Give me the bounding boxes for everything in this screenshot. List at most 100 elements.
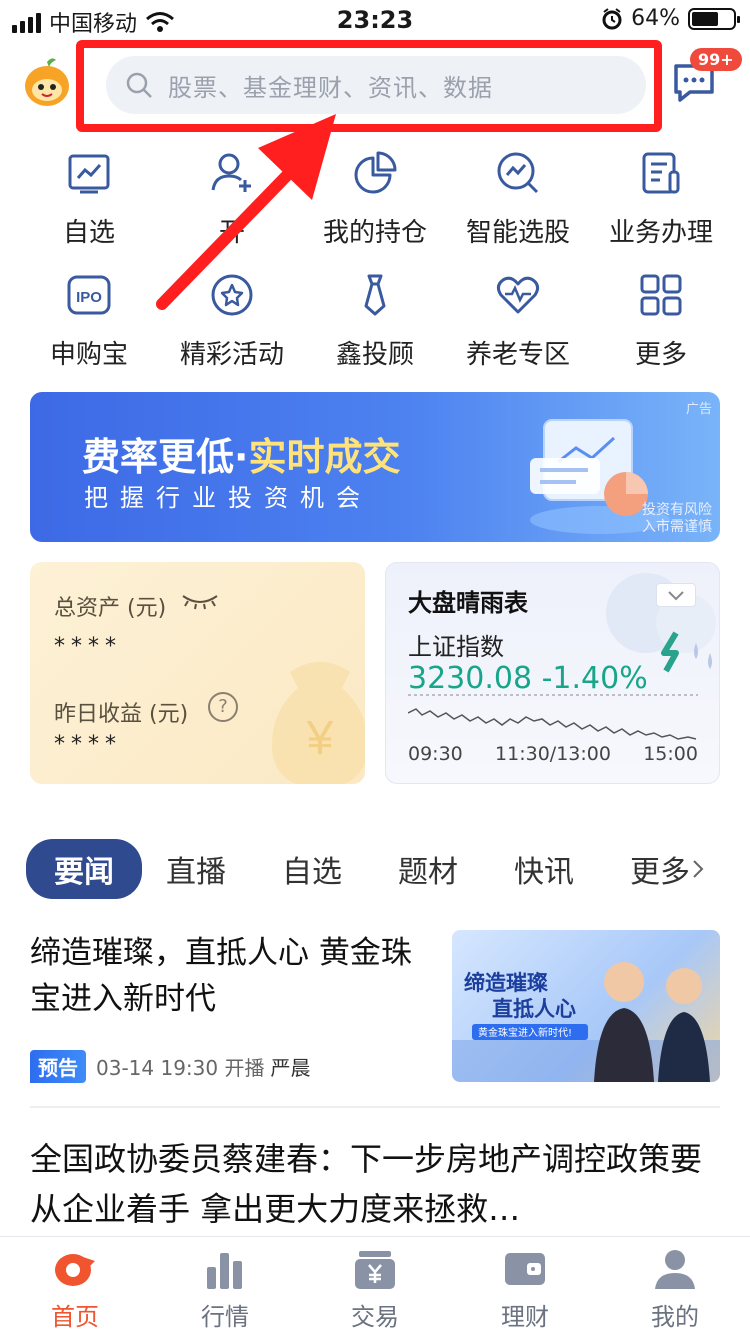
grid-item-smart-pick[interactable]: 智能选股: [447, 150, 589, 272]
tick-open: 09:30: [408, 743, 463, 765]
grid-item-watchlist[interactable]: 自选: [18, 150, 160, 272]
grid-label-pension: 养老专区: [465, 340, 570, 370]
mascot-logo-icon[interactable]: [24, 56, 70, 108]
nav-home-label: 首页: [51, 1303, 99, 1331]
grid-item-pension[interactable]: 养老专区: [447, 272, 589, 394]
nav-trade-label: 交易: [351, 1303, 399, 1331]
index-name: 上证指数: [408, 633, 504, 661]
profile-icon: [655, 1250, 695, 1289]
home-icon: [55, 1254, 95, 1286]
news-item-2[interactable]: 全国政协委员蔡建春：下一步房地产调控政策要从企业着手 拿出更大力度来拯救…: [30, 1134, 720, 1234]
market-card-title: 大盘晴雨表: [408, 589, 528, 617]
grid-label-activities: 精彩活动: [179, 340, 284, 370]
thumb-title-2: 直抵人心: [492, 997, 576, 1021]
news-item-1-headline: 缔造璀璨，直抵人心 黄金珠宝进入新时代: [30, 935, 412, 1017]
grid-item-more[interactable]: 更多: [590, 272, 732, 394]
nav-market-label: 行情: [201, 1303, 249, 1331]
battery-percent: 64%: [631, 6, 680, 31]
nav-home[interactable]: 首页: [0, 1237, 150, 1334]
banner-title-part2: 实时成交: [248, 435, 401, 479]
tab-headlines[interactable]: 要闻: [26, 839, 142, 899]
alarm-icon: [602, 7, 622, 29]
grid-label-watchlist: 自选: [62, 218, 115, 248]
market-card[interactable]: 大盘晴雨表 上证指数 3230.08 -1.40% 09:30 11:30/13…: [385, 562, 720, 784]
news-item-2-headline: 全国政协委员蔡建春：下一步房地产调控政策要从企业着手 拿出更大力度来拯救…: [30, 1140, 703, 1228]
nav-wealth[interactable]: 理财: [450, 1237, 600, 1334]
banner-title: 费率更低·实时成交: [82, 426, 400, 481]
ipo-text: IPO: [76, 289, 102, 306]
grid-label-ipo: 申购宝: [49, 340, 128, 370]
tab-more-label: 更多: [630, 855, 690, 890]
thumb-title-1: 缔造璀璨: [464, 971, 549, 995]
risk-line-1: 投资有风险: [642, 502, 712, 518]
news-tabs: 要闻 直播 自选 题材 快讯 更多: [26, 839, 736, 899]
nav-profile-label: 我的: [651, 1303, 699, 1331]
news-item-1[interactable]: 缔造璀璨，直抵人心 黄金珠宝进入新时代 预告 03-14 19:30 开播 严晨…: [30, 930, 720, 1090]
banner-risk-note: 投资有风险 入市需谨慎: [642, 502, 712, 536]
yesterday-income-label: 昨日收益 (元): [54, 702, 189, 727]
news-item-1-author: 严晨: [270, 1056, 311, 1080]
message-badge: 99+: [690, 48, 742, 71]
eye-closed-icon[interactable]: [180, 592, 220, 610]
news-item-1-time: 03-14 19:30 开播: [96, 1056, 265, 1080]
tick-noon: 11:30/13:00: [495, 743, 611, 765]
grid-row-1: 自选 开 我的持仓 智能选股: [18, 150, 732, 272]
risk-line-2: 入市需谨慎: [642, 519, 712, 535]
chevron-right-icon: [693, 860, 704, 878]
grid-label-business: 业务办理: [608, 218, 713, 248]
promo-banner[interactable]: 费率更低·实时成交 把握行业投资机会 广告 投资有风险 入市需谨慎: [30, 392, 720, 542]
help-icon[interactable]: ?: [208, 692, 238, 722]
function-grid: 自选 开 我的持仓 智能选股: [18, 150, 732, 394]
grid-more-icon: [640, 274, 682, 316]
business-doc-icon: [642, 152, 680, 194]
pie-chart-icon: [354, 151, 397, 194]
grid-label-smart-pick: 智能选股: [465, 218, 570, 248]
annotation-arrow-icon: [156, 114, 336, 310]
tick-close: 15:00: [643, 743, 698, 765]
banner-title-part1: 费率更低·: [82, 435, 249, 479]
market-time-axis: 09:30 11:30/13:00 15:00: [408, 743, 698, 765]
status-right: 64%: [601, 6, 740, 31]
smart-pick-icon: [497, 152, 539, 194]
tie-icon: [364, 274, 386, 316]
grid-item-business[interactable]: 业务办理: [590, 150, 732, 272]
nav-profile[interactable]: 我的: [600, 1237, 750, 1334]
yesterday-income-value: ****: [54, 732, 122, 757]
grid-item-ipo[interactable]: IPO 申购宝: [18, 272, 160, 394]
heart-pulse-icon: [496, 276, 540, 314]
chevron-down-icon: [668, 591, 684, 601]
total-assets-value: ****: [54, 634, 122, 659]
nav-market[interactable]: 行情: [150, 1237, 300, 1334]
line-chart-icon: [68, 154, 110, 194]
status-bar: 中国移动 23:23 64%: [0, 0, 750, 44]
yen-symbol: ¥: [306, 712, 334, 765]
market-bars-icon: [207, 1253, 242, 1289]
banner-ad-label: 广告: [685, 402, 712, 417]
grid-label-more: 更多: [634, 340, 687, 370]
tab-live[interactable]: 直播: [166, 847, 226, 891]
tab-more[interactable]: 更多: [630, 847, 706, 891]
nav-trade[interactable]: 交易: [300, 1237, 450, 1334]
news-section: 要闻 直播 自选 题材 快讯 更多 缔造璀璨，直抵人心 黄金珠宝进入新时代 预告…: [0, 806, 750, 1236]
tab-watchlist[interactable]: 自选: [282, 847, 342, 891]
thumb-sub: 黄金珠宝进入新时代!: [478, 1026, 572, 1039]
wealth-wallet-icon: [505, 1253, 545, 1285]
trade-wallet-icon: [355, 1251, 395, 1289]
preview-badge: 预告: [30, 1050, 86, 1083]
tab-topics[interactable]: 题材: [398, 847, 458, 891]
banner-subtitle: 把握行业投资机会: [84, 484, 372, 512]
grid-row-2: IPO 申购宝 精彩活动 鑫投顾 养老专区 更多: [18, 272, 732, 394]
tab-flash[interactable]: 快讯: [514, 847, 574, 891]
battery-fill: [692, 11, 718, 26]
market-dropdown[interactable]: [656, 583, 696, 607]
thumbnail-illustration: 缔造璀璨 直抵人心 黄金珠宝进入新时代!: [452, 962, 720, 1082]
grid-label-advisor: 鑫投顾: [335, 340, 414, 370]
news-item-1-meta: 预告 03-14 19:30 开播 严晨: [30, 1050, 310, 1083]
battery-icon: [688, 7, 740, 30]
news-item-1-thumbnail[interactable]: 缔造璀璨 直抵人心 黄金珠宝进入新时代!: [452, 930, 720, 1082]
total-assets-label: 总资产 (元): [54, 596, 167, 621]
bottom-nav: 首页 行情 交易 理财 我的: [0, 1236, 750, 1334]
money-bag-icon: ¥: [271, 662, 365, 784]
assets-card[interactable]: ¥ 总资产 (元) **** 昨日收益 (元) ? ****: [30, 562, 365, 784]
news-divider: [30, 1106, 720, 1108]
